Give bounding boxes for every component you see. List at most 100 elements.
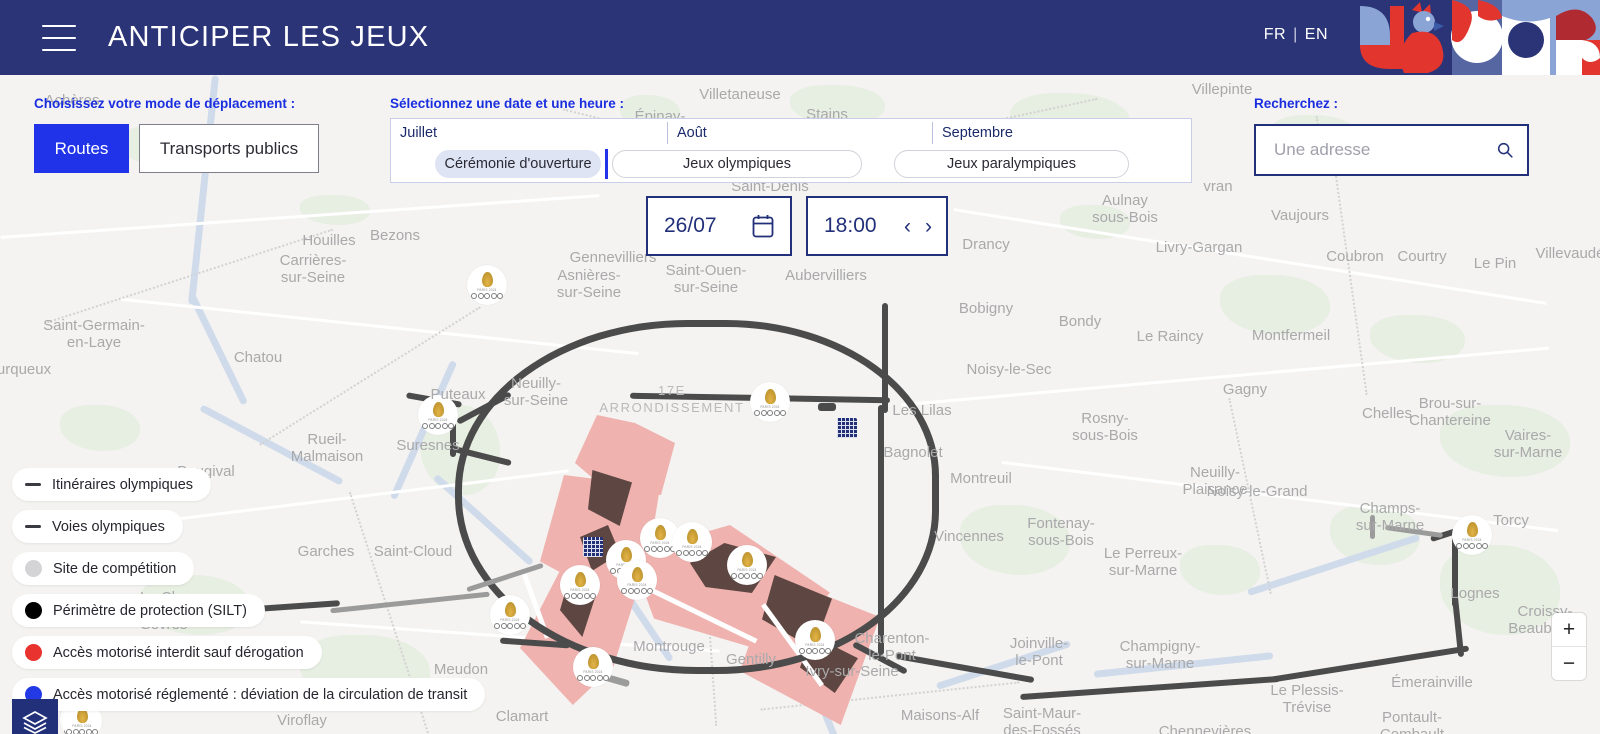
period-ceremonie-ouverture[interactable]: Cérémonie d'ouverture xyxy=(435,150,601,178)
lang-fr[interactable]: FR xyxy=(1264,26,1286,44)
legend-item-perimetre-silt[interactable]: Périmètre de protection (SILT) xyxy=(12,594,265,627)
month-juillet[interactable]: Juillet xyxy=(391,122,667,144)
olympic-venue-marker[interactable]: PARIS 2024 xyxy=(560,565,600,605)
olympic-venue-marker[interactable]: PARIS 2024 xyxy=(573,647,613,687)
map-place-label: urqueux xyxy=(0,361,52,378)
period-jeux-paralympiques[interactable]: Jeux paralympiques xyxy=(894,150,1129,178)
map-place-label: Chennevières xyxy=(1158,723,1252,734)
legend-item-itineraires[interactable]: Itinéraires olympiques xyxy=(12,468,212,501)
transport-mode-group: Routes Transports publics xyxy=(34,124,319,173)
date-picker[interactable]: 26/07 xyxy=(646,196,792,256)
search-box[interactable] xyxy=(1254,124,1529,176)
marker-caption: PARIS 2024 xyxy=(682,544,702,549)
map-place-label: Coubron xyxy=(1326,248,1384,265)
map-place-label: Drancy xyxy=(962,236,1010,253)
marker-caption: PARIS 2024 xyxy=(1462,537,1482,542)
time-steppers: ‹ › xyxy=(904,216,932,237)
map-place-label: Montreuil xyxy=(950,470,1012,487)
marker-caption: PARIS 2024 xyxy=(760,404,780,409)
olympic-torch-icon xyxy=(504,601,516,617)
map-place-label: Bezons xyxy=(369,227,421,244)
marker-caption: PARIS 2024 xyxy=(500,617,520,622)
map-place-label: Bobigny xyxy=(958,300,1014,317)
qr-site-marker[interactable] xyxy=(583,537,603,557)
map-place-label: Joinville- le-Pont xyxy=(1009,635,1069,669)
date-period-panel: Juillet Août Septembre Cérémonie d'ouver… xyxy=(390,118,1192,183)
legend-label: Site de compétition xyxy=(53,560,177,577)
layers-button[interactable] xyxy=(12,699,58,734)
map-place-label: Champigny- sur-Marne xyxy=(1119,638,1201,672)
olympic-venue-marker[interactable]: PARIS 2024 xyxy=(672,522,712,562)
map-place-label: Bondy xyxy=(1058,313,1102,330)
map-legend: Itinéraires olympiques Voies olympiques … xyxy=(12,468,486,720)
map-place-label: Pontault- Combault xyxy=(1380,709,1444,734)
map-place-label: Saint-Ouen- sur-Seine xyxy=(665,262,747,296)
mode-transports-publics-button[interactable]: Transports publics xyxy=(139,124,319,173)
app-header: ANTICIPER LES JEUX FR | EN xyxy=(0,0,1600,75)
legend-label: Accès motorisé interdit sauf dérogation xyxy=(53,644,304,661)
marker-caption: PARIS 2024 xyxy=(737,567,757,572)
calendar-icon[interactable] xyxy=(752,214,774,238)
language-switcher[interactable]: FR | EN xyxy=(1264,26,1328,44)
admin-boundary xyxy=(1332,157,1368,395)
map-place-label: Montfermeil xyxy=(1251,327,1331,344)
map-zoom-controls[interactable]: + − xyxy=(1552,613,1586,680)
legend-item-acces-reglemente[interactable]: Accès motorisé réglementé : déviation de… xyxy=(12,678,486,711)
map-place-label: Suresnes xyxy=(396,437,460,454)
olympic-venue-marker[interactable]: PARIS 2024 xyxy=(727,545,767,585)
search-icon[interactable] xyxy=(1497,140,1513,160)
period-jeux-olympiques[interactable]: Jeux olympiques xyxy=(612,150,862,178)
marker-caption: PARIS 2024 xyxy=(650,540,670,545)
map-place-label: Villepinte xyxy=(1191,81,1253,98)
marker-caption: PARIS 2024 xyxy=(477,287,497,292)
olympic-torch-icon xyxy=(809,626,821,642)
search-input[interactable] xyxy=(1272,139,1497,161)
zoom-out-button[interactable]: − xyxy=(1552,647,1586,680)
olympic-torch-icon xyxy=(741,551,753,567)
road xyxy=(0,194,600,239)
mode-routes-button[interactable]: Routes xyxy=(34,124,129,173)
legend-item-voies[interactable]: Voies olympiques xyxy=(12,510,183,543)
olympic-venue-marker[interactable]: PARIS 2024 xyxy=(467,265,507,305)
map-place-label: Ivry-sur-Seine xyxy=(805,663,899,680)
chevron-left-icon[interactable]: ‹ xyxy=(904,216,911,237)
map-place-label: Bagnolet xyxy=(883,444,943,461)
olympic-rings-icon xyxy=(422,422,454,429)
lang-en[interactable]: EN xyxy=(1305,26,1328,44)
olympic-rings-icon xyxy=(564,592,596,599)
map-place-label: Vincennes xyxy=(934,528,1004,545)
road-marker xyxy=(818,403,836,411)
zoom-in-button[interactable]: + xyxy=(1552,613,1586,647)
month-header-row: Juillet Août Septembre xyxy=(391,119,1191,147)
legend-item-site-competition[interactable]: Site de compétition xyxy=(12,552,195,585)
olympic-venue-marker[interactable]: PARIS 2024 xyxy=(1452,515,1492,555)
marker-caption: PARIS 2024 xyxy=(72,723,92,728)
olympic-venue-marker[interactable]: PARIS 2024 xyxy=(795,620,835,660)
map-place-label: Chelles xyxy=(1361,405,1413,422)
hamburger-menu-icon[interactable] xyxy=(42,24,76,51)
month-aout[interactable]: Août xyxy=(667,122,932,144)
olympic-rings-icon xyxy=(621,587,653,594)
time-picker[interactable]: 18:00 ‹ › xyxy=(806,196,948,256)
map-place-label: Aubervilliers xyxy=(785,267,867,284)
month-septembre[interactable]: Septembre xyxy=(932,122,1191,144)
brand-logo xyxy=(1360,0,1600,75)
legend-item-acces-interdit[interactable]: Accès motorisé interdit sauf dérogation xyxy=(12,636,322,669)
olympic-rings-icon xyxy=(66,728,98,734)
map-place-label: Le Raincy xyxy=(1136,328,1204,345)
map-place-label: Le Plessis- Trévise xyxy=(1270,682,1344,716)
olympic-rings-icon xyxy=(799,647,831,654)
olympic-venue-marker[interactable]: PARIS 2024 xyxy=(617,560,657,600)
olympic-venue-marker[interactable]: PARIS 2024 xyxy=(490,595,530,635)
park-area xyxy=(1180,545,1260,595)
olympic-venue-marker[interactable]: PARIS 2024 xyxy=(750,382,790,422)
olympic-torch-icon xyxy=(432,401,444,417)
map-place-label: Gagny xyxy=(1222,381,1268,398)
olympic-rings-icon xyxy=(676,549,708,556)
map-place-label: Vaujours xyxy=(1270,207,1330,224)
olympic-rings-icon xyxy=(1456,542,1488,549)
olympic-rings-icon xyxy=(754,409,786,416)
legend-label: Périmètre de protection (SILT) xyxy=(53,602,247,619)
qr-site-marker[interactable] xyxy=(837,418,857,438)
chevron-right-icon[interactable]: › xyxy=(925,216,932,237)
